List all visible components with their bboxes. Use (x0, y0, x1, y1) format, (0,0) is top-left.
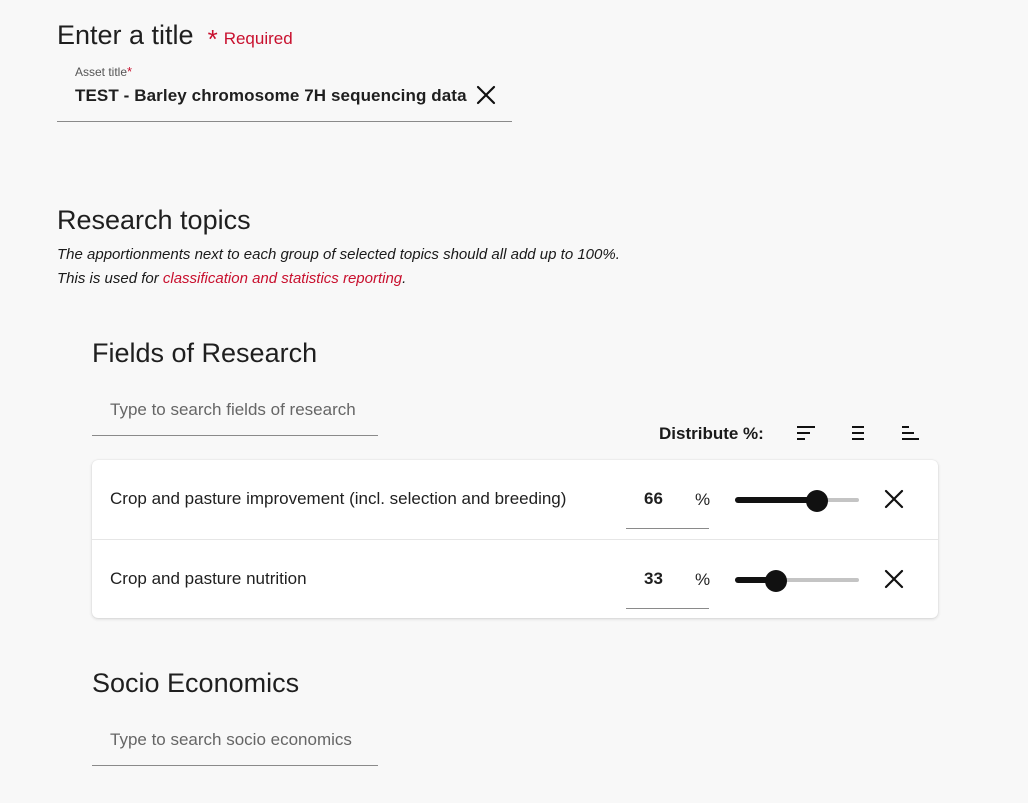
research-topics-desc-line1: The apportionments next to each group of… (57, 246, 620, 263)
fields-of-research-search-input[interactable] (92, 384, 378, 435)
classification-reporting-link[interactable]: classification and statistics reporting (163, 270, 402, 287)
equal-distribute-icon[interactable] (848, 423, 868, 443)
sort-descending-icon[interactable] (796, 423, 816, 443)
research-topics-desc-line2: This is used for classification and stat… (57, 270, 407, 287)
percent-value[interactable]: 33 (644, 569, 663, 589)
topic-row: Crop and pasture improvement (incl. sele… (92, 460, 938, 539)
topic-label: Crop and pasture improvement (incl. sele… (110, 489, 567, 508)
distribute-label: Distribute %: (659, 424, 764, 443)
required-label: Required (223, 29, 293, 48)
asset-title-field[interactable]: Asset title* TEST - Barley chromosome 7H… (57, 60, 512, 122)
research-topics-heading: Research topics (57, 205, 251, 235)
research-topics-description: The apportionments next to each group of… (57, 243, 620, 291)
asset-title-value[interactable]: TEST - Barley chromosome 7H sequencing d… (75, 86, 467, 106)
topic-label: Crop and pasture nutrition (110, 569, 307, 588)
percent-input[interactable]: 33 % (626, 554, 711, 609)
fields-of-research-heading: Fields of Research (92, 338, 318, 368)
required-star-icon: * (207, 24, 218, 54)
slider-thumb[interactable] (765, 570, 787, 592)
percent-unit: % (695, 490, 711, 509)
topic-row: Crop and pasture nutrition 33 % (92, 539, 938, 618)
socio-economics-heading: Socio Economics (92, 668, 300, 698)
percent-value[interactable]: 66 (644, 489, 663, 509)
slider-thumb[interactable] (806, 490, 828, 512)
slider-fill (735, 497, 817, 503)
percent-slider[interactable] (735, 570, 859, 592)
title-heading-text: Enter a title (57, 20, 194, 50)
remove-topic-icon[interactable] (884, 489, 904, 509)
title-section-heading: Enter a title * Required (57, 20, 293, 54)
sort-ascending-icon[interactable] (900, 423, 920, 443)
clear-title-icon[interactable] (475, 84, 497, 106)
percent-slider[interactable] (735, 490, 859, 512)
socio-economics-search-input[interactable] (92, 714, 378, 765)
percent-input[interactable]: 66 % (626, 474, 711, 529)
remove-topic-icon[interactable] (884, 569, 904, 589)
selected-topics-card: Crop and pasture improvement (incl. sele… (92, 460, 938, 618)
asset-title-required-star: * (127, 64, 133, 79)
percent-unit: % (695, 570, 711, 589)
socio-economics-search[interactable] (92, 714, 378, 766)
asset-title-label: Asset title* (75, 64, 133, 79)
fields-of-research-search[interactable] (92, 384, 378, 436)
